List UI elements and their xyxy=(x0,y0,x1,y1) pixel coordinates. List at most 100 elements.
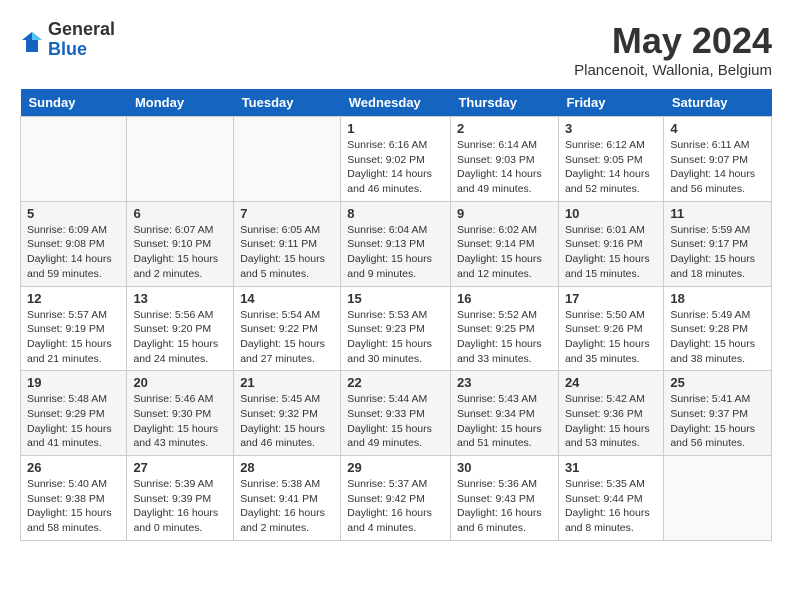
day-info: Sunrise: 5:46 AM Sunset: 9:30 PM Dayligh… xyxy=(133,392,227,451)
week-row-1: 1Sunrise: 6:16 AM Sunset: 9:02 PM Daylig… xyxy=(21,117,772,202)
calendar-cell: 13 Sunrise: 5:56 AM Sunset: 9:20 PM Dayli… xyxy=(127,286,234,371)
day-number: 14 xyxy=(240,291,334,306)
day-number: 11 xyxy=(670,206,765,221)
calendar-cell: 19 Sunrise: 5:48 AM Sunset: 9:29 PM Dayli… xyxy=(21,371,127,456)
calendar-cell: 17 Sunrise: 5:50 AM Sunset: 9:26 PM Dayli… xyxy=(558,286,663,371)
day-number: 12 xyxy=(27,291,120,306)
day-number: 29 xyxy=(347,460,444,475)
day-number: 30 xyxy=(457,460,552,475)
day-info: Sunrise: 5:40 AM Sunset: 9:38 PM Dayligh… xyxy=(27,477,120,536)
title-area: May 2024 Plancenoit, Wallonia, Belgium xyxy=(574,20,772,79)
day-info: Sunrise: 5:49 AM Sunset: 9:28 PM Dayligh… xyxy=(670,308,765,367)
calendar-cell: 16Sunrise: 5:52 AM Sunset: 9:25 PM Dayli… xyxy=(450,286,558,371)
day-info: Sunrise: 6:05 AM Sunset: 9:11 PM Dayligh… xyxy=(240,223,334,282)
weekday-header-sunday: Sunday xyxy=(21,89,127,117)
day-number: 1 xyxy=(347,121,444,136)
day-info: Sunrise: 5:54 AM Sunset: 9:22 PM Dayligh… xyxy=(240,308,334,367)
calendar-cell: 9 Sunrise: 6:02 AM Sunset: 9:14 PM Daylig… xyxy=(450,201,558,286)
day-info: Sunrise: 6:12 AM Sunset: 9:05 PM Dayligh… xyxy=(565,138,657,197)
calendar-cell: 21Sunrise: 5:45 AM Sunset: 9:32 PM Dayli… xyxy=(234,371,341,456)
logo-text: General Blue xyxy=(48,20,115,60)
day-number: 22 xyxy=(347,375,444,390)
day-number: 9 xyxy=(457,206,552,221)
day-info: Sunrise: 6:04 AM Sunset: 9:13 PM Dayligh… xyxy=(347,223,444,282)
calendar-cell: 12 Sunrise: 5:57 AM Sunset: 9:19 PM Dayli… xyxy=(21,286,127,371)
weekday-header-monday: Monday xyxy=(127,89,234,117)
calendar-cell: 5Sunrise: 6:09 AM Sunset: 9:08 PM Daylig… xyxy=(21,201,127,286)
week-row-2: 5Sunrise: 6:09 AM Sunset: 9:08 PM Daylig… xyxy=(21,201,772,286)
day-number: 16 xyxy=(457,291,552,306)
calendar-cell: 1Sunrise: 6:16 AM Sunset: 9:02 PM Daylig… xyxy=(341,117,451,202)
calendar-cell: 6Sunrise: 6:07 AM Sunset: 9:10 PM Daylig… xyxy=(127,201,234,286)
calendar-cell: 28 Sunrise: 5:38 AM Sunset: 9:41 PM Dayli… xyxy=(234,456,341,541)
calendar-cell: 3 Sunrise: 6:12 AM Sunset: 9:05 PM Daylig… xyxy=(558,117,663,202)
day-number: 5 xyxy=(27,206,120,221)
day-number: 20 xyxy=(133,375,227,390)
calendar-cell: 10 Sunrise: 6:01 AM Sunset: 9:16 PM Dayli… xyxy=(558,201,663,286)
day-number: 13 xyxy=(133,291,227,306)
calendar-cell: 7 Sunrise: 6:05 AM Sunset: 9:11 PM Daylig… xyxy=(234,201,341,286)
calendar-cell: 15 Sunrise: 5:53 AM Sunset: 9:23 PM Dayli… xyxy=(341,286,451,371)
day-number: 28 xyxy=(240,460,334,475)
day-number: 23 xyxy=(457,375,552,390)
logo-general: General xyxy=(48,20,115,40)
day-number: 10 xyxy=(565,206,657,221)
day-info: Sunrise: 5:50 AM Sunset: 9:26 PM Dayligh… xyxy=(565,308,657,367)
calendar-cell: 23Sunrise: 5:43 AM Sunset: 9:34 PM Dayli… xyxy=(450,371,558,456)
day-number: 26 xyxy=(27,460,120,475)
day-info: Sunrise: 5:42 AM Sunset: 9:36 PM Dayligh… xyxy=(565,392,657,451)
day-number: 15 xyxy=(347,291,444,306)
calendar-body: 1Sunrise: 6:16 AM Sunset: 9:02 PM Daylig… xyxy=(21,117,772,541)
day-number: 7 xyxy=(240,206,334,221)
weekday-header-saturday: Saturday xyxy=(664,89,772,117)
calendar-cell: 29 Sunrise: 5:37 AM Sunset: 9:42 PM Dayli… xyxy=(341,456,451,541)
calendar-cell: 14 Sunrise: 5:54 AM Sunset: 9:22 PM Dayli… xyxy=(234,286,341,371)
day-info: Sunrise: 6:02 AM Sunset: 9:14 PM Dayligh… xyxy=(457,223,552,282)
week-row-3: 12 Sunrise: 5:57 AM Sunset: 9:19 PM Dayli… xyxy=(21,286,772,371)
weekday-header-tuesday: Tuesday xyxy=(234,89,341,117)
calendar-cell: 20 Sunrise: 5:46 AM Sunset: 9:30 PM Dayli… xyxy=(127,371,234,456)
calendar-cell: 25 Sunrise: 5:41 AM Sunset: 9:37 PM Dayli… xyxy=(664,371,772,456)
calendar-cell: 4 Sunrise: 6:11 AM Sunset: 9:07 PM Daylig… xyxy=(664,117,772,202)
week-row-5: 26 Sunrise: 5:40 AM Sunset: 9:38 PM Dayli… xyxy=(21,456,772,541)
day-info: Sunrise: 5:41 AM Sunset: 9:37 PM Dayligh… xyxy=(670,392,765,451)
day-info: Sunrise: 5:37 AM Sunset: 9:42 PM Dayligh… xyxy=(347,477,444,536)
day-info: Sunrise: 5:44 AM Sunset: 9:33 PM Dayligh… xyxy=(347,392,444,451)
day-info: Sunrise: 6:01 AM Sunset: 9:16 PM Dayligh… xyxy=(565,223,657,282)
day-info: Sunrise: 6:14 AM Sunset: 9:03 PM Dayligh… xyxy=(457,138,552,197)
day-number: 8 xyxy=(347,206,444,221)
day-info: Sunrise: 5:57 AM Sunset: 9:19 PM Dayligh… xyxy=(27,308,120,367)
day-number: 4 xyxy=(670,121,765,136)
weekday-header-row: SundayMondayTuesdayWednesdayThursdayFrid… xyxy=(21,89,772,117)
day-number: 3 xyxy=(565,121,657,136)
calendar-cell: 22 Sunrise: 5:44 AM Sunset: 9:33 PM Dayli… xyxy=(341,371,451,456)
calendar-cell xyxy=(664,456,772,541)
day-info: Sunrise: 5:59 AM Sunset: 9:17 PM Dayligh… xyxy=(670,223,765,282)
day-number: 18 xyxy=(670,291,765,306)
logo-blue-text: Blue xyxy=(48,40,115,60)
calendar-cell: 27Sunrise: 5:39 AM Sunset: 9:39 PM Dayli… xyxy=(127,456,234,541)
calendar-cell: 8 Sunrise: 6:04 AM Sunset: 9:13 PM Daylig… xyxy=(341,201,451,286)
day-info: Sunrise: 5:38 AM Sunset: 9:41 PM Dayligh… xyxy=(240,477,334,536)
calendar-table: SundayMondayTuesdayWednesdayThursdayFrid… xyxy=(20,89,772,541)
month-title: May 2024 xyxy=(574,20,772,62)
weekday-header-wednesday: Wednesday xyxy=(341,89,451,117)
calendar-cell xyxy=(234,117,341,202)
day-number: 17 xyxy=(565,291,657,306)
day-info: Sunrise: 5:56 AM Sunset: 9:20 PM Dayligh… xyxy=(133,308,227,367)
weekday-header-thursday: Thursday xyxy=(450,89,558,117)
day-info: Sunrise: 5:48 AM Sunset: 9:29 PM Dayligh… xyxy=(27,392,120,451)
day-number: 25 xyxy=(670,375,765,390)
logo-icon xyxy=(20,30,44,54)
calendar-cell: 30 Sunrise: 5:36 AM Sunset: 9:43 PM Dayli… xyxy=(450,456,558,541)
day-number: 27 xyxy=(133,460,227,475)
day-number: 19 xyxy=(27,375,120,390)
day-info: Sunrise: 5:53 AM Sunset: 9:23 PM Dayligh… xyxy=(347,308,444,367)
calendar-cell: 26 Sunrise: 5:40 AM Sunset: 9:38 PM Dayli… xyxy=(21,456,127,541)
day-info: Sunrise: 6:11 AM Sunset: 9:07 PM Dayligh… xyxy=(670,138,765,197)
day-info: Sunrise: 5:36 AM Sunset: 9:43 PM Dayligh… xyxy=(457,477,552,536)
location-title: Plancenoit, Wallonia, Belgium xyxy=(574,62,772,79)
day-info: Sunrise: 5:45 AM Sunset: 9:32 PM Dayligh… xyxy=(240,392,334,451)
calendar-cell xyxy=(127,117,234,202)
day-info: Sunrise: 6:07 AM Sunset: 9:10 PM Dayligh… xyxy=(133,223,227,282)
